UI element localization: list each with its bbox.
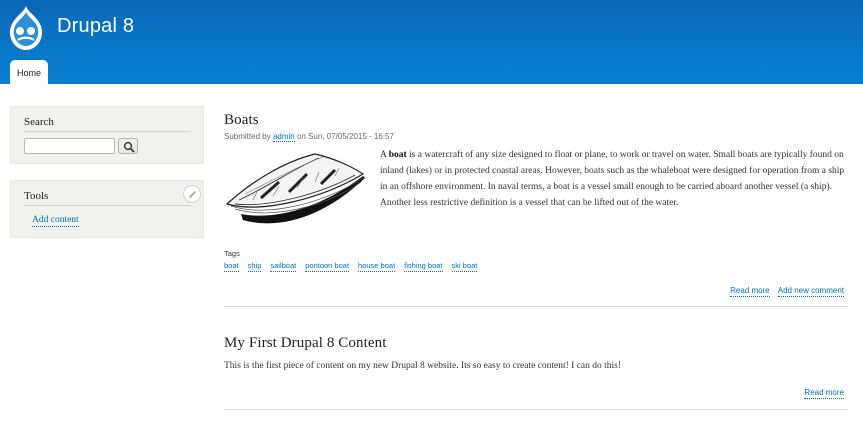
tag-link[interactable]: ski boat: [451, 261, 478, 272]
tag-link[interactable]: fishing boat: [404, 261, 443, 272]
block-divider: [24, 131, 191, 132]
rowboat-illustration[interactable]: [223, 148, 369, 230]
submitted-info: Submitted by admin on Sun, 07/05/2015 - …: [224, 132, 394, 142]
pencil-icon: [189, 191, 196, 198]
tag-link[interactable]: sailboat: [270, 261, 297, 272]
add-content-link[interactable]: Add content: [32, 215, 79, 227]
body-lead: A: [380, 150, 387, 160]
tab-home[interactable]: Home: [10, 60, 48, 86]
body-rest: is a watercraft of any size designed to …: [380, 150, 845, 208]
article-body-first-content: This is the first piece of content on my…: [224, 361, 622, 371]
article-title-first-content[interactable]: My First Drupal 8 Content: [224, 335, 387, 352]
tags-label: Tags: [224, 249, 240, 258]
article-title-boats[interactable]: Boats: [224, 112, 259, 129]
article-body-boats: A boat is a watercraft of any size desig…: [380, 147, 845, 211]
read-more-link[interactable]: Read more: [730, 286, 770, 297]
site-header: Drupal 8 Home: [0, 0, 863, 86]
site-name[interactable]: Drupal 8: [57, 15, 134, 38]
block-divider: [24, 205, 191, 206]
author-link[interactable]: admin: [272, 132, 295, 142]
search-block-title: Search: [24, 116, 54, 128]
tags-list: boat ship sailboat pontoon boat house bo…: [224, 261, 478, 272]
add-new-comment-link[interactable]: Add new comment: [777, 286, 844, 297]
search-icon: [123, 141, 135, 153]
article-divider: [224, 306, 848, 307]
article-links: Read more Add new comment: [730, 286, 844, 297]
tools-block-title: Tools: [24, 190, 49, 202]
search-block: Search: [10, 106, 204, 164]
drupal-drop-icon[interactable]: [6, 4, 46, 52]
tag-link[interactable]: boat: [224, 261, 239, 272]
tag-link[interactable]: house boat: [358, 261, 396, 272]
submitted-prefix: Submitted by: [224, 132, 271, 141]
submitted-date: on Sun, 07/05/2015 - 16:57: [296, 132, 394, 141]
edit-block-button[interactable]: [183, 185, 201, 203]
tag-link[interactable]: pontoon boat: [305, 261, 350, 272]
tag-link[interactable]: ship: [247, 261, 262, 272]
body-bold: boat: [388, 150, 407, 160]
read-more-link[interactable]: Read more: [804, 388, 844, 399]
search-button[interactable]: [118, 138, 138, 154]
search-input[interactable]: [24, 138, 115, 154]
article-divider: [224, 409, 848, 410]
article-links: Read more: [804, 388, 844, 399]
tools-block: Tools Add content: [10, 180, 204, 238]
